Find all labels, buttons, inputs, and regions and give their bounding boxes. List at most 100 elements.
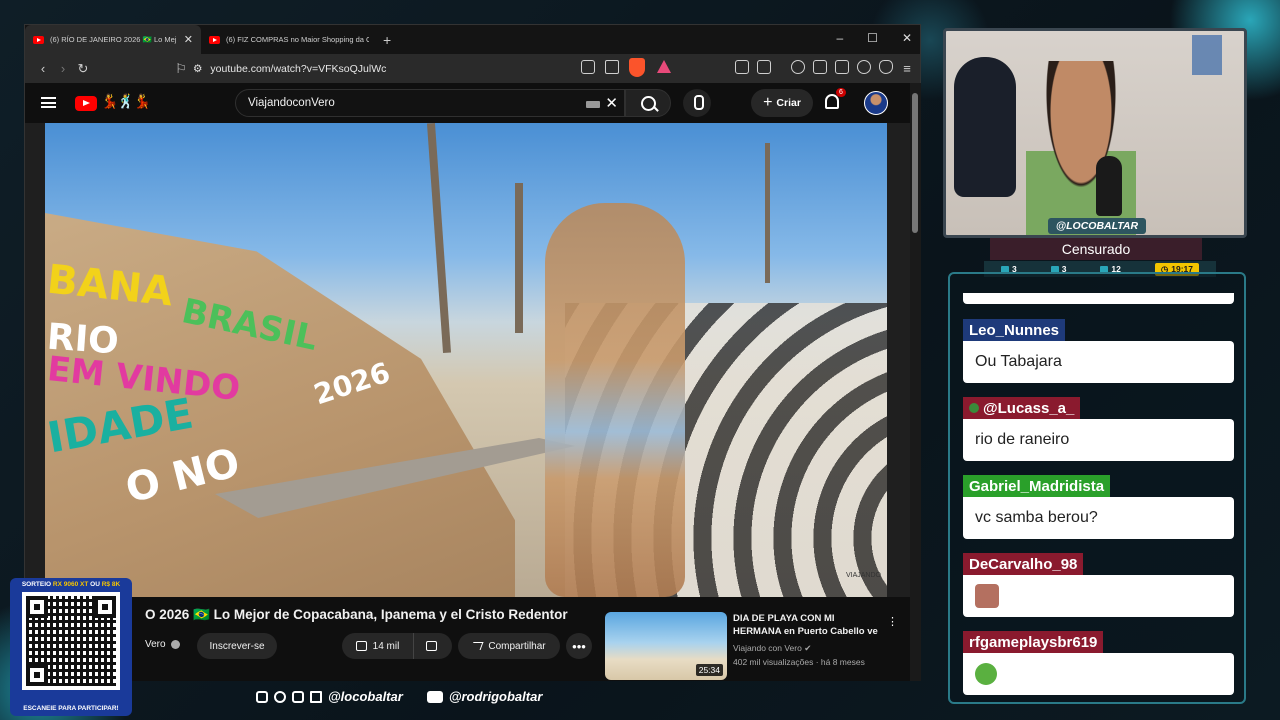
site-info-icon[interactable]: ⚙ [193, 63, 202, 75]
gaming-chair [954, 57, 1016, 197]
youtube-icon [426, 690, 443, 703]
forward-icon[interactable]: › [53, 61, 73, 76]
new-tab-button[interactable]: + [383, 32, 391, 48]
reload-icon[interactable]: ↻ [73, 61, 93, 77]
minimize-button[interactable]: – [836, 31, 843, 45]
menu-icon[interactable]: ≡ [897, 61, 917, 76]
share-icon [470, 642, 484, 650]
hamburger-menu-icon[interactable] [41, 97, 56, 108]
giveaway-panel: SORTEIO RX 9060 XT OU R$ 8K ESCANEIE PAR… [10, 578, 132, 716]
thumbs-down-icon[interactable] [426, 641, 437, 651]
background-light [1192, 35, 1222, 75]
subscriber-badge-icon [969, 403, 979, 413]
tab-active[interactable]: (6) RÍO DE JANEIRO 2026 🇧🇷 Lo Mej ✕ [25, 25, 201, 54]
chat-username: Leo_Nunnes [963, 319, 1066, 341]
recommended-title[interactable]: DIA DE PLAYA CON MI HERMANA en Puerto Ca… [733, 613, 883, 639]
chat-message-body [963, 653, 1234, 695]
search-button[interactable] [625, 89, 671, 117]
keyboard-icon[interactable] [586, 101, 600, 108]
maximize-button[interactable]: ☐ [867, 31, 878, 45]
video-player[interactable]: BANA RIO BRASIL EM VINDO IDADE 2026 O NO… [45, 123, 887, 597]
brave-shields-icon[interactable] [629, 58, 645, 77]
chat-message: Gabriel_Madridista vc samba berou? [963, 475, 1234, 539]
more-actions-button[interactable]: ••• [566, 633, 592, 659]
tab-bar: (6) RÍO DE JANEIRO 2026 🇧🇷 Lo Mej ✕ (6) … [25, 25, 920, 54]
giveaway-footer: ESCANEIE PARA PARTICIPAR! [23, 705, 119, 712]
create-button[interactable]: + Criar [751, 89, 813, 117]
address-bar: ‹ › ↻ ⚐ ⚙ youtube.com/watch?v=VFKsoQJulW… [25, 54, 920, 83]
chat-message-body: vc samba berou? [963, 497, 1234, 539]
person-figure [545, 203, 685, 597]
qr-code[interactable] [22, 592, 120, 690]
url-text: youtube.com/watch?v=VFKsoQJulWc [210, 62, 387, 75]
qr-finder [94, 596, 116, 618]
social-handle: @rodrigobaltar [448, 689, 543, 704]
browser-window: (6) RÍO DE JANEIRO 2026 🇧🇷 Lo Mej ✕ (6) … [24, 24, 921, 681]
cast-icon[interactable] [581, 60, 595, 74]
bookmark-icon[interactable]: ⚐ [171, 61, 191, 77]
thumbs-up-icon [355, 641, 367, 651]
youtube-favicon-icon [209, 35, 220, 44]
plus-icon: + [763, 94, 773, 111]
sidebar-icon[interactable] [813, 60, 827, 74]
streamer-handle: @LOCOBALTAR [1048, 218, 1146, 234]
video-metadata: O 2026 🇧🇷 Lo Mejor de Copacabana, Ipanem… [25, 597, 910, 681]
notification-badge: 6 [836, 88, 846, 97]
chat-message: Leo_Nunnes Ou Tabajara [963, 319, 1234, 383]
scrollbar-thumb[interactable] [912, 93, 918, 233]
like-button[interactable]: 14 mil [342, 633, 414, 659]
youtube-doodle[interactable]: 💃🕺💃 [101, 93, 151, 110]
chat-message: @Lucass_a_ rio de raneiro [963, 397, 1234, 461]
voice-search-icon[interactable] [683, 89, 711, 117]
window-controls: – ☐ ✕ [836, 31, 912, 45]
like-dislike-group: 14 mil [342, 633, 452, 659]
chat-message: DeCarvalho_98 [963, 553, 1234, 617]
qr-finder [26, 596, 48, 618]
chat-message: rfgameplaysbr619 [963, 631, 1234, 695]
recommended-channel[interactable]: Viajando con Vero ✔ [733, 643, 811, 654]
clear-search-icon[interactable]: ✕ [605, 94, 618, 112]
video-duration: 25:34 [695, 664, 723, 676]
leo-ai-icon[interactable] [857, 60, 871, 74]
chat-username: Gabriel_Madridista [963, 475, 1111, 497]
avatar-emote-icon [975, 584, 999, 608]
channel-name[interactable]: Vero [145, 639, 166, 650]
webcam-feed [943, 28, 1247, 238]
share-label: Compartilhar [488, 640, 546, 652]
close-tab-icon[interactable]: ✕ [184, 33, 193, 46]
share-page-icon[interactable] [605, 60, 619, 74]
palm-trunk [426, 123, 452, 353]
notifications-bell-icon[interactable] [825, 94, 839, 109]
social-bar: @locobaltar @rodrigobaltar [256, 689, 542, 704]
recommended-menu-icon[interactable]: ⋮ [887, 615, 898, 628]
share-button[interactable]: Compartilhar [458, 633, 560, 659]
screenshot-icon[interactable] [757, 60, 771, 74]
instagram-icon [256, 690, 268, 703]
brave-rewards-icon[interactable] [657, 60, 671, 73]
media-icon[interactable] [791, 60, 805, 74]
account-avatar[interactable] [864, 91, 888, 115]
youtube-logo-icon[interactable] [75, 96, 97, 111]
giveaway-header: SORTEIO RX 9060 XT OU R$ 8K [21, 581, 121, 588]
search-input[interactable]: ViajandoconVero ✕ [235, 89, 625, 117]
chat-panel: Leo_Nunnes Ou Tabajara @Lucass_a_ rio de… [948, 272, 1246, 704]
wallet-icon[interactable] [835, 60, 849, 74]
close-window-button[interactable]: ✕ [902, 31, 912, 45]
youtube-header: 💃🕺💃 ViajandoconVero ✕ + Criar 6 [25, 83, 910, 123]
stream-status: Censurado [990, 238, 1202, 260]
tab-inactive[interactable]: (6) FIZ COMPRAS no Maior Shopping da Chi [201, 25, 377, 54]
chat-username: rfgameplaysbr619 [963, 631, 1104, 653]
video-title: O 2026 🇧🇷 Lo Mejor de Copacabana, Ipanem… [145, 607, 568, 622]
subscribe-button[interactable]: Inscrever-se [197, 633, 277, 659]
previous-message-edge [963, 293, 1234, 304]
page-scrollbar[interactable] [910, 83, 921, 681]
back-icon[interactable]: ‹ [33, 61, 53, 76]
recommended-thumbnail[interactable]: 25:34 [605, 612, 727, 680]
vpn-icon[interactable] [879, 60, 893, 74]
video-watermark: VIAJANDO [845, 572, 881, 579]
extensions-icon[interactable] [735, 60, 749, 74]
social-handle: @locobaltar [328, 689, 403, 704]
kick-icon [310, 690, 322, 703]
tab-title: (6) RÍO DE JANEIRO 2026 🇧🇷 Lo Mej [50, 35, 177, 44]
palm-trunk [515, 183, 523, 333]
